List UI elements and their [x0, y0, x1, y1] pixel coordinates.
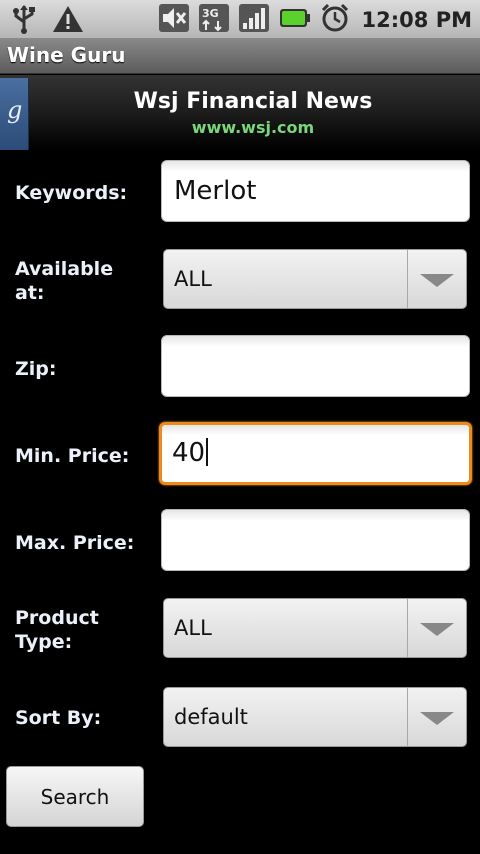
- sort-by-value: default: [174, 705, 248, 729]
- status-time: 12:08 PM: [361, 8, 472, 32]
- product-type-value: ALL: [174, 616, 212, 640]
- sort-by-label: Sort By:: [15, 707, 102, 729]
- network-label: 3G: [202, 7, 219, 20]
- min-price-value: 40: [172, 438, 206, 468]
- chevron-down-icon: [420, 274, 454, 287]
- dropdown-divider: [407, 250, 408, 308]
- battery-icon: [278, 3, 312, 37]
- dropdown-divider: [407, 688, 408, 746]
- zip-label: Zip:: [15, 358, 57, 380]
- min-price-label: Min. Price:: [15, 445, 130, 467]
- sort-by-dropdown[interactable]: default: [163, 687, 467, 747]
- app-title-bar: Wine Guru: [0, 38, 480, 74]
- keywords-value: Merlot: [174, 176, 257, 206]
- product-type-label: Product Type:: [15, 607, 99, 653]
- chevron-down-icon: [420, 623, 454, 636]
- keywords-input[interactable]: Merlot: [161, 160, 470, 222]
- signal-icon: [238, 3, 270, 37]
- chevron-down-icon: [420, 712, 454, 725]
- app-title: Wine Guru: [7, 43, 126, 67]
- product-type-dropdown[interactable]: ALL: [163, 598, 467, 658]
- keywords-label: Keywords:: [15, 182, 128, 204]
- text-cursor: [206, 438, 209, 466]
- source-title: Wsj Financial News: [133, 89, 373, 114]
- dropdown-divider: [407, 599, 408, 657]
- available-at-value: ALL: [174, 267, 212, 291]
- source-url-link[interactable]: www.wsj.com: [0, 118, 480, 137]
- search-button[interactable]: Search: [6, 766, 144, 827]
- min-price-input[interactable]: 40: [159, 422, 472, 485]
- status-bar: 3G 12:08 PM: [0, 0, 480, 38]
- usb-icon: [10, 4, 38, 38]
- mute-icon: [158, 3, 190, 37]
- 3g-icon: 3G: [198, 3, 230, 37]
- warning-icon: [52, 4, 84, 38]
- zip-input[interactable]: [161, 335, 470, 397]
- alarm-icon: [320, 3, 350, 37]
- available-at-dropdown[interactable]: ALL: [163, 249, 467, 309]
- max-price-label: Max. Price:: [15, 532, 135, 554]
- max-price-input[interactable]: [161, 509, 470, 571]
- available-at-label: Available at:: [15, 258, 114, 304]
- source-header: g Wsj Financial News www.wsj.com: [0, 75, 480, 150]
